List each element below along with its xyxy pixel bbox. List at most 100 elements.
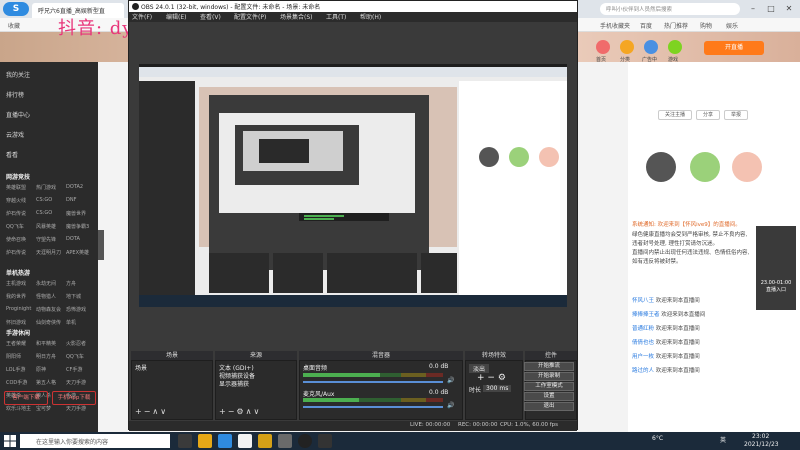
sidebar-item-rank[interactable]: 排行榜: [6, 90, 24, 99]
game-icon[interactable]: [668, 40, 682, 54]
chat-username[interactable]: 普通红粉: [632, 326, 654, 332]
app-icon[interactable]: [238, 434, 252, 448]
app-icon[interactable]: [258, 434, 272, 448]
clock-date[interactable]: 2021/12/23: [744, 441, 779, 448]
home-icon[interactable]: [596, 40, 610, 54]
sidebar-grid-item[interactable]: 明日方舟: [36, 353, 56, 360]
sidebar-grid-item[interactable]: 天刀手游: [66, 405, 86, 412]
sidebar-collapse-handle[interactable]: [98, 230, 104, 260]
sidebar-grid-item[interactable]: 王者荣耀: [6, 340, 26, 347]
obs-menu-item[interactable]: 工具(T): [326, 12, 346, 21]
mascot-icon[interactable]: [732, 152, 762, 182]
chat-username[interactable]: 路过的人: [632, 368, 654, 374]
bookmark-item[interactable]: 收藏: [8, 21, 20, 30]
move-down-icon[interactable]: ∨: [253, 407, 261, 416]
sidebar-grid-item[interactable]: DOTA2: [66, 184, 83, 190]
speaker-icon[interactable]: 🔊: [447, 402, 454, 409]
ad-icon[interactable]: [644, 40, 658, 54]
sidebar-item-watch[interactable]: 看看: [6, 150, 18, 159]
obs-menu-item[interactable]: 帮助(H): [360, 12, 381, 21]
obs-taskbar-icon[interactable]: [298, 434, 312, 448]
chat-username[interactable]: 倩倩也也: [632, 340, 654, 346]
bookmark-item[interactable]: 购物: [700, 21, 712, 30]
duration-input[interactable]: 300 ms: [483, 385, 512, 392]
bookmark-item[interactable]: 百度: [640, 21, 652, 30]
sidebar-grid-item[interactable]: 恐怖游戏: [66, 306, 86, 313]
sidebar-grid-item[interactable]: 宝可梦: [36, 405, 51, 412]
exit-button[interactable]: 退出: [524, 402, 574, 411]
sidebar-grid-item[interactable]: 天涯明月刀: [36, 249, 61, 256]
sidebar-grid-item[interactable]: APEX英雄: [66, 249, 89, 256]
chat-username[interactable]: 怀风八王: [632, 298, 654, 304]
start-streaming-button[interactable]: 开始推流: [524, 362, 574, 371]
file-explorer-icon[interactable]: [198, 434, 212, 448]
speaker-icon[interactable]: 🔊: [447, 377, 454, 384]
sidebar-grid-item[interactable]: 仙剑奇侠传: [36, 319, 61, 326]
start-recording-button[interactable]: 开始录制: [524, 372, 574, 381]
sidebar-grid-item[interactable]: 火影忍者: [66, 340, 86, 347]
app-icon[interactable]: [278, 434, 292, 448]
obs-menu-item[interactable]: 配置文件(P): [234, 12, 266, 21]
windows-start-icon[interactable]: [4, 435, 16, 447]
sidebar-item-center[interactable]: 直播中心: [6, 110, 30, 119]
browser-search-input[interactable]: 呼叫小伙伴到人员然后搜索: [600, 3, 740, 15]
sidebar-grid-item[interactable]: 主机游戏: [6, 280, 26, 287]
studio-mode-button[interactable]: 工作室模式: [524, 382, 574, 391]
task-view-icon[interactable]: [178, 434, 192, 448]
sidebar-grid-item[interactable]: 穿越火线: [6, 197, 26, 204]
sidebar-grid-item[interactable]: DNF: [66, 197, 76, 203]
move-down-icon[interactable]: ∨: [160, 407, 168, 416]
scene-item[interactable]: 场景: [135, 363, 147, 372]
sidebar-grid-item[interactable]: 守望先锋: [36, 236, 56, 243]
remove-icon[interactable]: −: [487, 373, 495, 383]
obs-menu-item[interactable]: 查看(V): [200, 12, 221, 21]
sidebar-grid-item[interactable]: 热门游戏: [36, 184, 56, 191]
app-download-button[interactable]: 手机App下载: [52, 391, 96, 405]
settings-button[interactable]: 设置: [524, 392, 574, 401]
gear-icon[interactable]: ⚙: [498, 373, 506, 383]
obs-preview-capture[interactable]: [139, 67, 567, 307]
share-button[interactable]: 分享: [696, 110, 720, 120]
sidebar-grid-item[interactable]: Proginight: [6, 306, 31, 312]
sidebar-item-cloud[interactable]: 云游戏: [6, 130, 24, 139]
sidebar-grid-item[interactable]: 欢乐斗地主: [6, 405, 31, 412]
app-icon[interactable]: [318, 434, 332, 448]
sidebar-grid-item[interactable]: 魔兽争霸3: [66, 223, 89, 230]
transition-select[interactable]: 淡出: [469, 364, 490, 373]
sidebar-grid-item[interactable]: 使命召唤: [6, 236, 26, 243]
bookmark-item[interactable]: 手机收藏夹: [600, 21, 630, 30]
browser-logo-icon[interactable]: S: [3, 2, 29, 16]
category-icon[interactable]: [620, 40, 634, 54]
browser-icon[interactable]: [218, 434, 232, 448]
sidebar-grid-item[interactable]: 地下城: [66, 293, 81, 300]
volume-slider-mic[interactable]: [303, 406, 443, 408]
sidebar-grid-item[interactable]: LOL手游: [6, 366, 25, 373]
sidebar-grid-item[interactable]: 永劫无间: [36, 280, 56, 287]
sidebar-grid-item[interactable]: 单机: [66, 319, 76, 326]
sidebar-grid-item[interactable]: 和平精英: [36, 340, 56, 347]
gear-icon[interactable]: ⚙: [236, 407, 245, 416]
sidebar-item-follow[interactable]: 我的关注: [6, 70, 30, 79]
sidebar-grid-item[interactable]: 炉石传说: [6, 249, 26, 256]
sidebar-grid-item[interactable]: 天刀手游: [66, 379, 86, 386]
report-button[interactable]: 举报: [724, 110, 748, 120]
start-live-button[interactable]: 开直播: [704, 41, 764, 55]
sidebar-grid-item[interactable]: 魔兽世界: [66, 210, 86, 217]
sidebar-grid-item[interactable]: CS:GO: [36, 210, 52, 216]
sidebar-grid-item[interactable]: 英雄联盟: [6, 184, 26, 191]
minimize-icon[interactable]: –: [744, 0, 762, 18]
add-icon[interactable]: +: [477, 373, 485, 383]
sidebar-grid-item[interactable]: 我的世界: [6, 293, 26, 300]
bookmark-item[interactable]: 热门推荐: [664, 21, 688, 30]
sidebar-grid-item[interactable]: QQ飞车: [66, 353, 84, 360]
sidebar-grid-item[interactable]: CS:GO: [36, 197, 52, 203]
clock-time[interactable]: 23:02: [752, 433, 769, 440]
chat-username[interactable]: 用户一枚: [632, 354, 654, 360]
maximize-icon[interactable]: □: [762, 0, 780, 18]
sidebar-grid-item[interactable]: 方舟: [66, 280, 76, 287]
volume-slider-desktop[interactable]: [303, 381, 443, 383]
chat-username[interactable]: 捧捧捧王者: [632, 312, 660, 318]
promo-card[interactable]: 23.00-01:00 直播入口: [756, 226, 796, 310]
sidebar-grid-item[interactable]: 阴阳师: [6, 353, 21, 360]
ime-indicator[interactable]: 英: [720, 435, 726, 444]
